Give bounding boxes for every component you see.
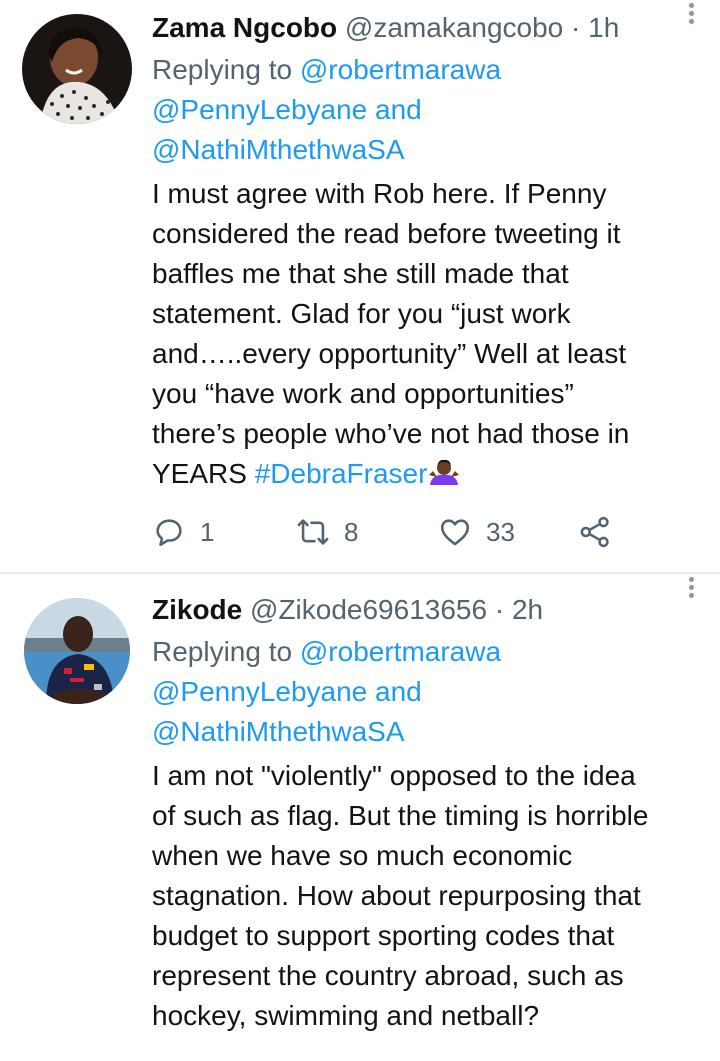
mention-link[interactable]: @robertmarawa — [300, 54, 501, 85]
tweet[interactable]: Zikode @Zikode69613656 · 2h Replying to … — [0, 574, 720, 1061]
tweet-header: Zama Ngcobo @zamakangcobo · 1h — [152, 10, 706, 46]
person-shrugging-emoji-icon — [427, 455, 461, 489]
replying-to: Replying to @robertmarawa @PennyLebyane … — [152, 50, 706, 170]
retweet-button[interactable]: 8 — [296, 512, 358, 552]
more-vertical-icon[interactable] — [684, 0, 698, 36]
tweet-text-line: budget to support sporting codes that — [152, 920, 615, 951]
separator: · — [571, 12, 581, 43]
retweet-count: 8 — [344, 516, 359, 547]
mention-link[interactable]: @PennyLebyane and — [152, 676, 422, 707]
mention-text: @PennyLebyane — [152, 94, 368, 125]
tweet-text-line: statement. Glad for you “just work — [152, 298, 571, 329]
like-button[interactable]: 33 — [438, 512, 515, 552]
mention-link[interactable]: @NathiMthethwaSA — [152, 134, 405, 165]
tweet-text-line: considered the read before tweeting it — [152, 218, 621, 249]
handle[interactable]: @Zikode69613656 — [250, 594, 487, 625]
tweet-text: I am not "violently" opposed to the idea… — [152, 756, 706, 1036]
tweet-text-line: I am not "violently" opposed to the idea — [152, 760, 636, 791]
display-name[interactable]: Zama Ngcobo — [152, 12, 337, 43]
timestamp[interactable]: 2h — [512, 594, 543, 625]
retweet-icon — [297, 519, 329, 545]
reply-icon — [156, 519, 182, 547]
mention-link[interactable]: @PennyLebyane and — [152, 94, 422, 125]
tweet-text-line: of such as flag. But the timing is horri… — [152, 800, 649, 831]
replying-prefix: Replying to — [152, 54, 293, 85]
tweet-text-line: baffles me that she still made that — [152, 258, 569, 289]
tweet-text-fragment: YEARS — [152, 458, 255, 489]
tweet-text-line: hockey, swimming and netball? — [152, 1000, 540, 1031]
tweet-header: Zikode @Zikode69613656 · 2h — [152, 592, 706, 628]
reply-count: 1 — [200, 516, 215, 547]
avatar[interactable] — [22, 14, 132, 124]
more-vertical-icon[interactable] — [684, 574, 698, 610]
heart-icon — [440, 519, 470, 546]
replying-prefix: Replying to — [152, 636, 293, 667]
avatar[interactable] — [24, 598, 130, 704]
tweet-content: Zikode @Zikode69613656 · 2h Replying to … — [152, 592, 706, 1036]
tweet[interactable]: Zama Ngcobo @zamakangcobo · 1h Replying … — [0, 0, 720, 572]
timestamp[interactable]: 1h — [588, 12, 619, 43]
hashtag-link[interactable]: #DebraFraser — [255, 458, 428, 489]
tweet-text-line: I must agree with Rob here. If Penny — [152, 178, 607, 209]
separator: · — [494, 594, 505, 625]
tweet-text-line: represent the country abroad, such as — [152, 960, 624, 991]
tweet-content: Zama Ngcobo @zamakangcobo · 1h Replying … — [152, 10, 706, 494]
handle[interactable]: @zamakangcobo — [345, 12, 563, 43]
mention-text: @PennyLebyane — [152, 676, 368, 707]
reply-button[interactable]: 1 — [152, 512, 214, 552]
replying-and: and — [375, 94, 422, 125]
tweet-text-line: there’s people who’ve not had those in — [152, 418, 630, 449]
tweet-text-line: YEARS #DebraFraser — [152, 454, 706, 494]
display-name[interactable]: Zikode — [152, 594, 242, 625]
share-icon — [580, 516, 609, 548]
tweet-text-line: and…..every opportunity” Well at least — [152, 338, 627, 369]
tweet-text-line: you “have work and opportunities” — [152, 378, 574, 409]
like-count: 33 — [486, 516, 515, 547]
tweet-text-line: stagnation. How about repurposing that — [152, 880, 641, 911]
mention-link[interactable]: @NathiMthethwaSA — [152, 716, 405, 747]
tweet-actions: 1 8 33 — [152, 512, 712, 552]
tweet-text-line: when we have so much economic — [152, 840, 573, 871]
replying-and: and — [375, 676, 422, 707]
share-button[interactable] — [578, 512, 612, 552]
mention-link[interactable]: @robertmarawa — [300, 636, 501, 667]
tweet-text: I must agree with Rob here. If Penny con… — [152, 174, 706, 494]
replying-to: Replying to @robertmarawa @PennyLebyane … — [152, 632, 706, 752]
